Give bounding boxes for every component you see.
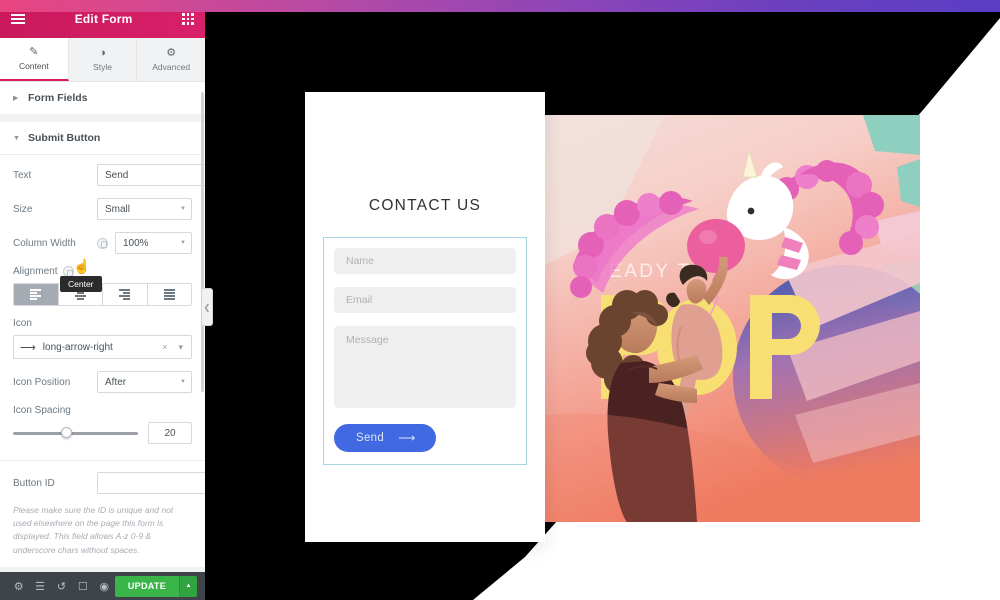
section-form-fields[interactable]: ▶ Form Fields (0, 82, 205, 115)
align-justify-icon (163, 289, 175, 300)
button-text-input[interactable] (97, 164, 205, 186)
size-label: Size (13, 203, 33, 215)
tab-advanced-label: Advanced (152, 61, 191, 72)
alignment-label-row: Alignment (13, 266, 192, 277)
section-divider (0, 566, 205, 572)
panel-scrollbar[interactable] (201, 82, 205, 572)
send-button-label: Send (356, 432, 385, 444)
chevron-left-icon: ❮ (203, 302, 211, 312)
panel-footer-toolbar: ⚙ ☰ ↺ ☐ ◉ UPDATE ▲ (0, 572, 205, 600)
alignment-tooltip: Center (60, 276, 102, 292)
icon-position-label: Icon Position (13, 376, 71, 388)
control-row-text: Text (13, 164, 205, 186)
pencil-icon: ✎ (29, 45, 39, 58)
align-right-button[interactable] (103, 284, 148, 305)
section-form-fields-label: Form Fields (28, 92, 88, 104)
icon-spacing-control (13, 422, 192, 444)
icon-label: Icon (13, 318, 32, 329)
long-arrow-right-icon: ⟶ (398, 431, 416, 445)
update-button-group: UPDATE ▲ (114, 575, 198, 597)
section-submit-button[interactable]: ▼ Submit Button (0, 122, 205, 155)
align-left-button[interactable] (14, 284, 59, 305)
control-row-button-id: Button ID (13, 472, 205, 494)
contact-form-card: CONTACT US Send ⟶ (305, 92, 545, 542)
chevron-down-icon: ▼ (13, 134, 20, 142)
button-id-label: Button ID (13, 477, 55, 489)
button-id-block: Button ID (0, 461, 205, 502)
hero-photo[interactable]: READY TO (545, 115, 920, 522)
long-arrow-right-icon: ⟶ (20, 341, 36, 354)
column-width-label: Column Width (13, 237, 76, 249)
history-revisions-icon[interactable]: ↺ (51, 572, 72, 600)
icon-spacing-value-input[interactable] (148, 422, 192, 444)
icon-position-select[interactable]: After (97, 371, 192, 393)
half-circle-contrast-icon: ◑ (99, 46, 106, 59)
panel-body: ▶ Form Fields ▼ Submit Button Text Size … (0, 82, 205, 572)
button-id-input[interactable] (97, 472, 205, 494)
slider-handle[interactable] (60, 427, 72, 438)
align-left-icon (30, 289, 42, 300)
email-input[interactable] (334, 287, 516, 313)
tab-style[interactable]: ◑ Style (68, 38, 138, 81)
responsive-device-icon[interactable] (97, 237, 108, 249)
button-size-select[interactable]: Small (97, 198, 192, 220)
panel-collapse-handle[interactable]: ❮ (202, 288, 213, 326)
form-widget-selection-box[interactable]: Send ⟶ (323, 237, 527, 465)
icon-label-row: Icon (13, 318, 192, 329)
message-textarea[interactable] (334, 326, 516, 408)
align-right-icon (119, 289, 131, 300)
text-label: Text (13, 169, 32, 181)
contact-form-title: CONTACT US (368, 197, 482, 214)
hamburger-menu-icon[interactable] (11, 14, 25, 24)
grid-apps-icon[interactable] (182, 13, 194, 25)
responsive-mode-icon[interactable]: ☐ (72, 572, 93, 600)
alignment-button-group (13, 283, 192, 306)
column-width-select[interactable]: 100% (115, 232, 192, 254)
tab-content[interactable]: ✎ Content (0, 38, 69, 81)
clear-icon[interactable]: × (160, 342, 169, 352)
gear-icon: ⚙ (166, 46, 177, 59)
elementor-editor-panel: Edit Form ✎ Content ◑ Style ⚙ Advanced ▶… (0, 0, 206, 600)
icon-spacing-slider[interactable] (13, 427, 138, 438)
top-gradient-bar (0, 0, 1000, 12)
section-divider (0, 115, 205, 122)
name-input[interactable] (334, 248, 516, 274)
panel-title: Edit Form (74, 12, 133, 26)
tab-style-label: Style (93, 61, 112, 72)
align-justify-button[interactable] (147, 284, 191, 305)
panel-tabs: ✎ Content ◑ Style ⚙ Advanced (0, 38, 206, 82)
icon-spacing-label-row: Icon Spacing (13, 405, 192, 416)
navigator-layers-icon[interactable]: ☰ (29, 572, 50, 600)
section-submit-button-label: Submit Button (28, 132, 101, 144)
update-options-caret-icon[interactable]: ▲ (179, 575, 198, 597)
button-id-helper-text: Please make sure the ID is unique and no… (13, 505, 174, 555)
update-button[interactable]: UPDATE (114, 575, 180, 597)
settings-gear-icon[interactable]: ⚙ (8, 572, 29, 600)
send-submit-button[interactable]: Send ⟶ (334, 424, 436, 452)
tab-advanced[interactable]: ⚙ Advanced (137, 38, 206, 81)
icon-picker[interactable]: ⟶ long-arrow-right × ▾ (13, 335, 192, 359)
tab-content-label: Content (18, 60, 49, 71)
editor-preview-canvas: CONTACT US Send ⟶ (205, 12, 1000, 600)
icon-spacing-label: Icon Spacing (13, 405, 71, 416)
preview-changes-eye-icon[interactable]: ◉ (94, 572, 115, 600)
chevron-down-icon[interactable]: ▾ (176, 342, 185, 353)
icon-value-label: long-arrow-right (42, 341, 113, 353)
control-row-size: Size Small ▼ (13, 198, 192, 220)
chevron-right-icon: ▶ (13, 95, 19, 102)
alignment-label: Alignment (13, 266, 58, 277)
control-row-column-width: Column Width 100% ▼ (13, 232, 192, 254)
panel-scrollbar-thumb[interactable] (201, 92, 204, 392)
submit-button-controls: Text Size Small ▼ Column Width (0, 155, 205, 456)
control-row-icon-position: Icon Position After ▼ (13, 371, 192, 393)
